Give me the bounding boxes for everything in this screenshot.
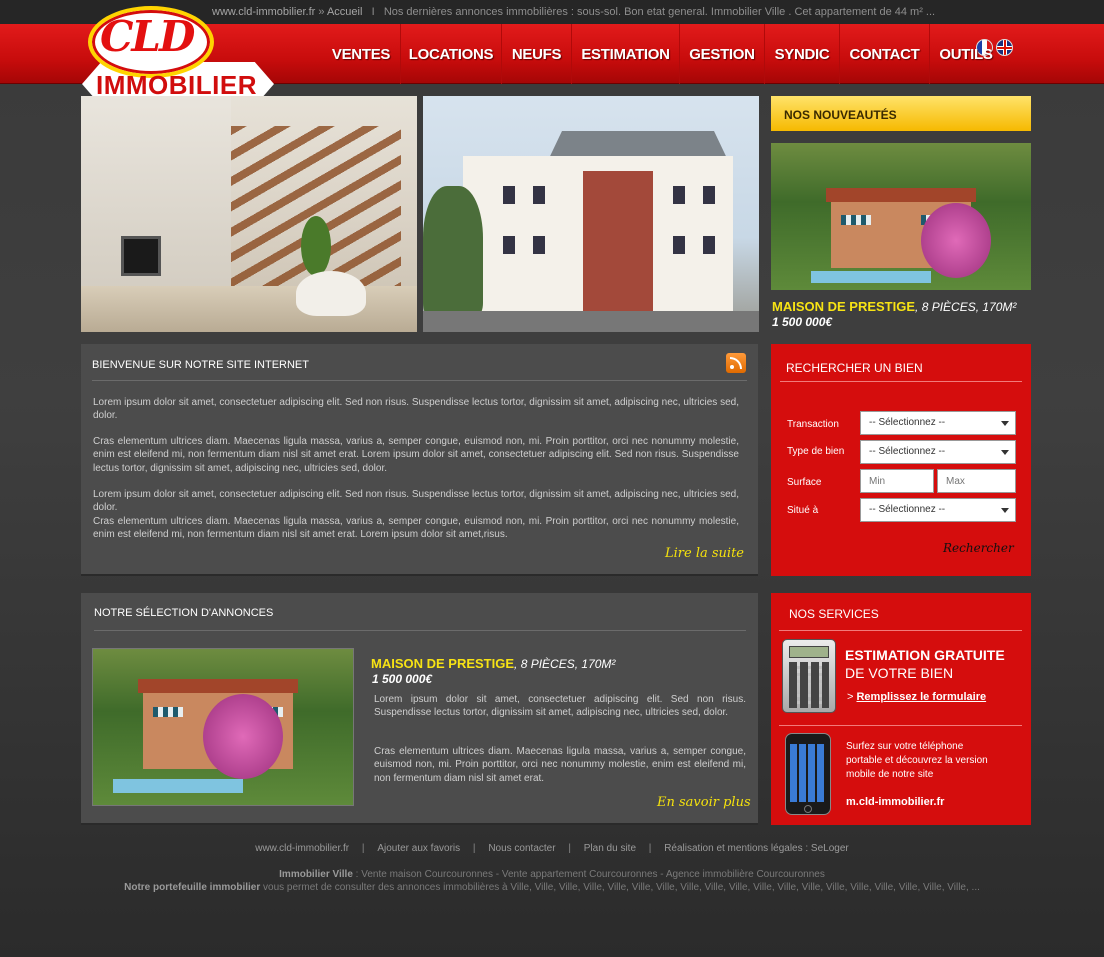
footer-link-legal[interactable]: Réalisation et mentions légales : SeLoge… [664,843,849,854]
featured-paragraph-1: Lorem ipsum dolor sit amet, consectetuer… [374,694,746,719]
footer-link-favorites[interactable]: Ajouter aux favoris [377,843,460,854]
footer-link-contact[interactable]: Nous contacter [488,843,555,854]
featured-villa-photo[interactable] [92,648,354,806]
surface-label: Surface [787,477,822,488]
breadcrumb-home-link[interactable]: Accueil [327,6,362,18]
footer-seo-line-1: Immobilier Ville : Vente maison Courcour… [0,869,1104,880]
featured-title-text: MAISON DE PRESTIGE [371,656,515,671]
news-listing-price: 1 500 000€ [772,315,833,329]
footer-line1-text: : Vente maison Courcouronnes - Vente app… [352,869,825,880]
footer-separator: | [361,843,365,854]
featured-title-details: , 8 PIÈCES, 170M² [514,657,616,671]
divider [92,380,747,381]
news-heading: NOS NOUVEAUTÉS [784,108,897,122]
services-heading: NOS SERVICES [789,607,879,621]
transaction-label: Transaction [787,419,839,430]
footer-links: www.cld-immobilier.fr | Ajouter aux favo… [0,843,1104,854]
property-type-select-value: -- Sélectionnez -- [869,446,946,457]
read-more-link[interactable]: Lire la suite [665,546,744,561]
featured-listing-panel: NOTRE SÉLECTION D'ANNONCES MAISON DE PRE… [81,593,758,825]
estimation-form-link[interactable]: > Remplissez le formulaire [847,691,986,703]
footer-seo-line-2: Notre portefeuille immobilier vous perme… [0,882,1104,893]
mobile-site-text: Surfez sur votre téléphone portable et d… [846,741,988,780]
estimation-link-text: Remplissez le formulaire [856,691,987,703]
footer-link-site[interactable]: www.cld-immobilier.fr [255,843,349,854]
breadcrumb: www.cld-immobilier.fr » Accueil I Nos de… [212,6,935,18]
news-listing-title[interactable]: MAISON DE PRESTIGE, 8 PIÈCES, 170M² [772,299,1016,314]
calculator-icon [782,639,836,713]
transaction-select[interactable]: -- Sélectionnez -- [860,411,1016,435]
welcome-paragraph-1: Lorem ipsum dolor sit amet, consectetuer… [93,397,739,422]
location-select-value: -- Sélectionnez -- [869,504,946,515]
footer-line1-bold: Immobilier Ville [279,869,353,880]
chevron-down-icon [1001,450,1009,455]
menu-item-neufs[interactable]: NEUFS [502,24,572,84]
rss-icon[interactable] [726,353,746,373]
menu-item-contact[interactable]: CONTACT [840,24,930,84]
footer-line2-bold: Notre portefeuille immobilier [124,882,261,893]
menu-item-outils[interactable]: OUTILS [930,24,1002,84]
chevron-down-icon [1001,508,1009,513]
mobile-site-link[interactable]: m.cld-immobilier.fr [846,796,944,808]
news-title-details: , 8 PIÈCES, 170M² [915,300,1017,314]
transaction-select-value: -- Sélectionnez -- [869,417,946,428]
property-type-label: Type de bien [787,446,845,457]
welcome-paragraph-4: Cras elementum ultrices diam. Maecenas l… [93,516,739,541]
divider [94,630,746,631]
property-type-select[interactable]: -- Sélectionnez -- [860,440,1016,464]
divider [780,381,1022,382]
divider [779,630,1022,631]
news-villa-photo[interactable] [771,143,1031,290]
site-logo[interactable]: CLD IMMOBILIER [82,6,276,106]
featured-listing-price: 1 500 000€ [372,672,433,686]
welcome-heading: BIENVENUE SUR NOTRE SITE INTERNET [92,359,309,371]
latest-listings-ticker[interactable]: Nos dernières annonces immobilières : so… [384,6,935,18]
services-panel: NOS SERVICES ESTIMATION GRATUITE DE VOTR… [771,593,1031,825]
location-label: Situé à [787,505,819,516]
menu-item-ventes[interactable]: VENTES [322,24,401,84]
new-building-photo [423,96,759,332]
news-title-text: MAISON DE PRESTIGE [772,299,916,314]
divider [779,725,1022,726]
footer-separator: | [568,843,571,854]
menu-item-syndic[interactable]: SYNDIC [765,24,840,84]
property-search-panel: RECHERCHER UN BIEN Transaction -- Sélect… [771,344,1031,576]
smartphone-icon [785,733,831,815]
main-menu: VENTES LOCATIONS NEUFS ESTIMATION GESTIO… [322,24,1002,84]
welcome-paragraph-2: Cras elementum ultrices diam. Maecenas l… [93,436,739,474]
featured-listing-title[interactable]: MAISON DE PRESTIGE, 8 PIÈCES, 170M² [371,656,615,671]
footer-link-sitemap[interactable]: Plan du site [584,843,636,854]
selection-heading: NOTRE SÉLECTION D'ANNONCES [94,607,274,619]
estimation-subtitle: DE VOTRE BIEN [845,665,954,681]
menu-item-gestion[interactable]: GESTION [680,24,765,84]
breadcrumb-separator: » [318,6,325,18]
learn-more-link[interactable]: En savoir plus [657,795,751,810]
welcome-paragraph-3: Lorem ipsum dolor sit amet, consectetuer… [93,489,739,514]
menu-item-locations[interactable]: LOCATIONS [401,24,502,84]
welcome-panel: BIENVENUE SUR NOTRE SITE INTERNET Lorem … [81,344,758,576]
interior-staircase-photo [81,96,417,332]
surface-max-input[interactable] [937,469,1016,493]
breadcrumb-pipe: I [371,6,375,18]
news-heading-bar: NOS NOUVEAUTÉS [771,96,1031,131]
menu-item-estimation[interactable]: ESTIMATION [572,24,680,84]
featured-paragraph-2: Cras elementum ultrices diam. Maecenas l… [374,746,746,784]
footer-separator: | [648,843,652,854]
chevron-down-icon [1001,421,1009,426]
search-button[interactable]: Rechercher [943,541,1014,555]
estimation-title: ESTIMATION GRATUITE [845,647,1005,663]
location-select[interactable]: -- Sélectionnez -- [860,498,1016,522]
footer-separator: | [472,843,476,854]
logo-top-text: CLD [100,12,195,61]
footer-line2-text: vous permet de consulter des annonces im… [260,882,980,893]
surface-min-input[interactable] [860,469,934,493]
search-heading: RECHERCHER UN BIEN [786,361,923,375]
